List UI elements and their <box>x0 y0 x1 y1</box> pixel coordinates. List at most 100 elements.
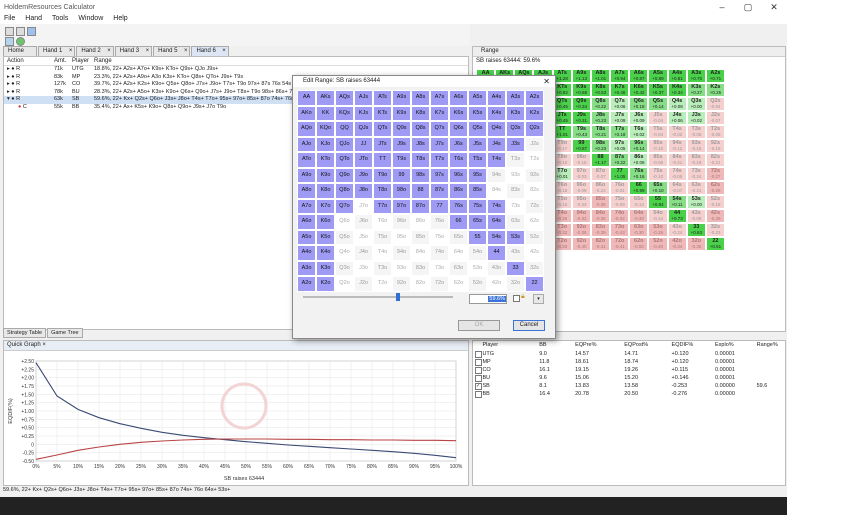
range-cell[interactable]: 82s -0.21 <box>705 153 725 167</box>
hand-cell[interactable]: T7s <box>430 152 449 168</box>
range-cell[interactable]: 87s +0.22 <box>610 153 630 167</box>
open-folder-icon[interactable] <box>27 27 36 36</box>
range-cell[interactable]: 85s -0.06 <box>648 153 668 167</box>
hand-cell[interactable]: J3o <box>354 260 373 276</box>
hand-cell[interactable]: 63s <box>506 214 525 230</box>
hand-cell[interactable]: 64s <box>487 214 506 230</box>
range-cell[interactable]: 84s -0.21 <box>667 153 687 167</box>
hand-cell[interactable]: 65s <box>468 214 487 230</box>
export-icon[interactable] <box>5 37 14 46</box>
hand-cell[interactable]: J9o <box>354 167 373 183</box>
hand-cell[interactable]: JJ <box>354 136 373 152</box>
range-slider-thumb[interactable] <box>396 293 400 301</box>
range-cell[interactable]: 98o -0.16 <box>571 153 591 167</box>
hand-cell[interactable]: QTs <box>373 121 392 137</box>
minimize-button[interactable]: – <box>709 0 735 14</box>
range-cell[interactable]: K7s +0.46 <box>610 83 630 97</box>
range-cell[interactable]: J8s +0.23 <box>590 111 611 125</box>
hand-cell[interactable]: A8o <box>297 183 316 199</box>
range-cell[interactable]: 65s +0.10 <box>648 181 668 195</box>
maximize-button[interactable]: ▢ <box>735 0 761 14</box>
range-cell[interactable]: A4s +0.81 <box>667 69 687 83</box>
hand-cell[interactable]: K8o <box>316 183 335 199</box>
hand-cell[interactable]: K7s <box>430 105 449 121</box>
table-row[interactable]: BU 9.6 15.06 15.20 +0.146 0.00001 <box>473 374 785 382</box>
range-cell[interactable]: 82o -0.41 <box>590 237 611 251</box>
range-cell[interactable]: 86s +0.08 <box>629 153 649 167</box>
hand-cell[interactable]: 33 <box>506 260 525 276</box>
hand-cell[interactable]: 99 <box>392 167 411 183</box>
player-checkbox[interactable] <box>475 375 482 382</box>
hand-cell[interactable]: QQ <box>335 121 354 137</box>
hand-cell[interactable]: TT <box>373 152 392 168</box>
range-cell[interactable]: J7s +0.09 <box>610 111 630 125</box>
range-cell[interactable]: 33 +0.63 <box>686 223 706 237</box>
range-cell[interactable]: 98s +0.23 <box>590 139 611 153</box>
hand-cell[interactable]: 64o <box>449 245 468 261</box>
lock-checkbox[interactable] <box>513 295 520 302</box>
header-eqpre[interactable]: EQPre% <box>575 341 624 350</box>
hand-cell[interactable]: T8o <box>373 183 392 199</box>
hand-cell[interactable]: Q9s <box>392 121 411 137</box>
hand-cell[interactable]: 77 <box>430 198 449 214</box>
hand-cell[interactable]: Q3s <box>506 121 525 137</box>
header-player[interactable]: Player <box>482 341 539 350</box>
hand-cell[interactable]: AKs <box>316 90 335 106</box>
hand-cell[interactable]: 85o <box>411 229 430 245</box>
hand-cell[interactable]: A3o <box>297 260 316 276</box>
close-panel-icon[interactable]: × <box>42 342 46 348</box>
close-tab-icon[interactable]: × <box>146 47 150 56</box>
range-cell[interactable]: 83s -0.18 <box>686 153 706 167</box>
hand-cell[interactable]: K8s <box>411 105 430 121</box>
range-cell[interactable]: 74s -0.08 <box>667 167 687 181</box>
hand-cell[interactable]: 73o <box>430 260 449 276</box>
range-cell[interactable]: 63s -0.21 <box>686 181 706 195</box>
hand-cell[interactable]: 63o <box>449 260 468 276</box>
table-row[interactable]: BB 16.4 20.78 20.50 -0.276 0.00000 <box>473 390 785 398</box>
hand-cell[interactable]: 95o <box>392 229 411 245</box>
header-explo[interactable]: Explo% <box>715 341 757 350</box>
menu-hand[interactable]: Hand <box>25 14 42 24</box>
hand-cell[interactable]: Q8o <box>335 183 354 199</box>
header-eqdif[interactable]: EQDIF% <box>672 341 715 350</box>
range-cell[interactable]: K9s +0.68 <box>571 83 591 97</box>
range-cell[interactable]: 88 +1.17 <box>590 153 611 167</box>
range-cell[interactable]: J3s +0.02 <box>686 111 706 125</box>
header-amount[interactable]: Amt. <box>54 57 72 65</box>
hand-cell[interactable]: Q7s <box>430 121 449 137</box>
range-cell[interactable]: 95s -0.10 <box>648 139 668 153</box>
hand-cell[interactable]: 92o <box>392 276 411 292</box>
range-cell[interactable]: 93o -0.36 <box>571 223 591 237</box>
ok-button[interactable]: OK <box>458 320 500 331</box>
close-tab-icon[interactable]: × <box>69 47 73 56</box>
range-cell[interactable]: A2s +0.71 <box>705 69 725 83</box>
range-cell[interactable]: A3s +0.75 <box>686 69 706 83</box>
hand-cell[interactable]: 94o <box>392 245 411 261</box>
hand-cell[interactable]: 98s <box>411 167 430 183</box>
hand-cell[interactable]: 75s <box>468 198 487 214</box>
range-cell[interactable]: 92o -0.40 <box>571 237 591 251</box>
hand-cell[interactable]: 83o <box>411 260 430 276</box>
hand-cell[interactable]: 66 <box>449 214 468 230</box>
range-cell[interactable]: 42s -0.29 <box>705 209 725 223</box>
hand-cell[interactable]: 62o <box>449 276 468 292</box>
range-cell[interactable]: 32o -0.35 <box>686 237 706 251</box>
hand-cell[interactable]: K9o <box>316 167 335 183</box>
range-cell[interactable]: 75s -0.10 <box>648 167 668 181</box>
hand-cell[interactable]: Q2o <box>335 276 354 292</box>
hand-cell[interactable]: Q9o <box>335 167 354 183</box>
hand-cell[interactable]: 72o <box>430 276 449 292</box>
hand-cell[interactable]: 43o <box>487 260 506 276</box>
hand-cell[interactable]: K2s <box>525 105 544 121</box>
hand-cell[interactable]: 76o <box>430 214 449 230</box>
range-cell[interactable]: A7s +0.94 <box>610 69 630 83</box>
hand-cell[interactable]: 88 <box>411 183 430 199</box>
range-cell[interactable]: T9s +0.43 <box>571 125 591 139</box>
hand-cell[interactable]: KJo <box>316 136 335 152</box>
range-cell[interactable]: 53s +0.00 <box>686 195 706 209</box>
close-tab-icon[interactable]: × <box>184 47 188 56</box>
range-cell[interactable]: K4s +0.34 <box>667 83 687 97</box>
table-row[interactable]: ✓ SB 8.1 13.83 13.58 -0.253 0.00000 59.6 <box>473 382 785 390</box>
hand-cell[interactable]: ATo <box>297 152 316 168</box>
table-row[interactable]: ▸ ● R 71k UTG 18.8%, 22+ A2s+ A7o+ K9s+ … <box>4 66 468 74</box>
